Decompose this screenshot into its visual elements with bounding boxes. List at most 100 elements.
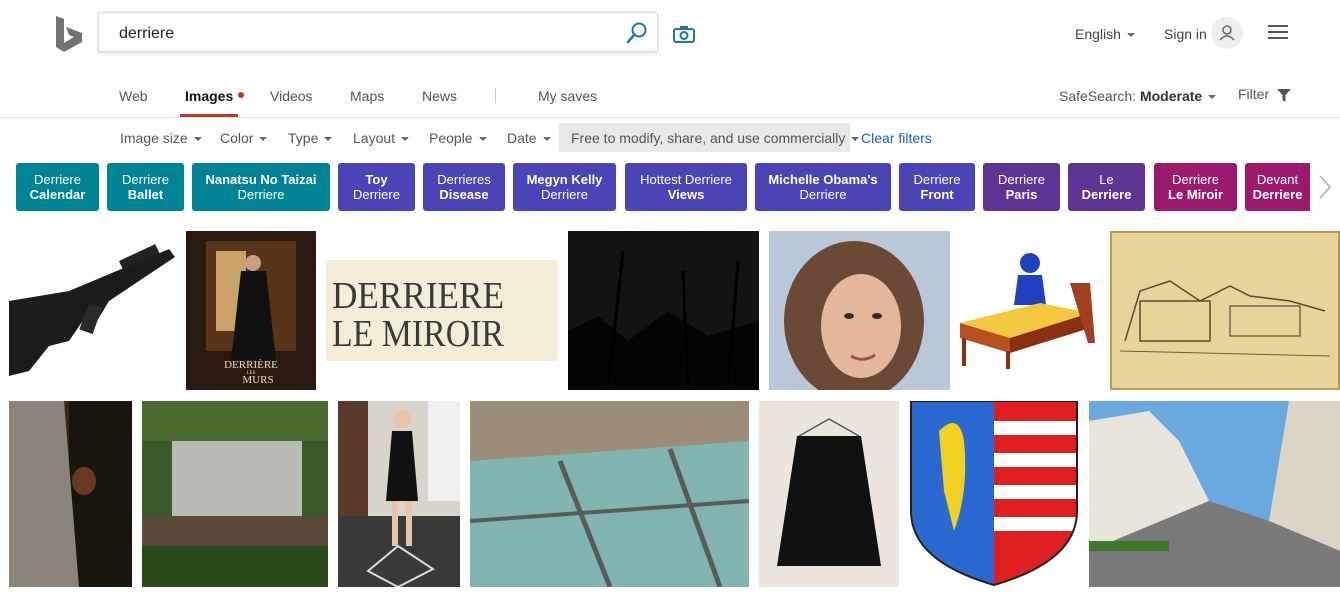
tab-images[interactable]: Images — [185, 88, 233, 104]
image-result-bed-clipart[interactable] — [960, 243, 1100, 378]
image-result-town-street[interactable] — [1089, 401, 1340, 587]
filter-date-label: Date — [507, 130, 537, 146]
license-filter[interactable]: Free to modify, share, and use commercia… — [571, 130, 860, 146]
stone-wall-glass-image — [470, 401, 749, 587]
tab-my-saves[interactable]: My saves — [538, 88, 597, 104]
tab-divider — [495, 88, 496, 103]
related-search-line2: Derriere — [1252, 187, 1303, 202]
image-result-derriere-le-miroir[interactable]: DERRIERE LE MIROIR — [326, 260, 558, 361]
related-search-chip[interactable]: Megyn Kelly Derriere — [513, 163, 616, 211]
related-search-line2: Ballet — [127, 187, 164, 202]
related-search-line2: Derriere — [353, 187, 400, 202]
related-search-chip[interactable]: Toy Derriere — [338, 163, 415, 211]
tab-maps[interactable]: Maps — [350, 88, 384, 104]
image-result-movie-poster[interactable]: DERRIÈRE LES MURS — [186, 231, 316, 390]
chevron-down-icon — [324, 137, 333, 142]
image-result-tree-trunk[interactable] — [9, 401, 132, 587]
image-result-rifle[interactable] — [9, 231, 177, 390]
filter-type-label: Type — [288, 130, 319, 146]
tab-news[interactable]: News — [422, 88, 457, 104]
image-result-coat-of-arms[interactable] — [909, 401, 1079, 587]
user-icon — [1219, 25, 1235, 41]
header-divider — [0, 117, 1340, 118]
image-result-woman-portrait[interactable] — [769, 231, 950, 390]
image-result-black-skirt[interactable] — [759, 401, 899, 587]
filter-people[interactable]: People — [429, 130, 487, 146]
related-search-line1: Megyn Kelly — [526, 172, 603, 187]
safesearch-selector[interactable]: SafeSearch: Moderate — [1059, 88, 1217, 104]
related-search-line2: Paris — [1005, 187, 1038, 202]
chevron-down-icon — [401, 137, 410, 142]
rifle-image — [9, 231, 177, 390]
safesearch-value: Moderate — [1139, 88, 1203, 104]
filter-image-size[interactable]: Image size — [120, 130, 202, 146]
chevron-down-icon — [478, 137, 487, 142]
language-selector[interactable]: English — [1075, 26, 1135, 42]
filter-date[interactable]: Date — [507, 130, 551, 146]
related-search-chip[interactable]: Derriere Le Miroir — [1154, 163, 1237, 211]
tab-web[interactable]: Web — [119, 88, 148, 104]
filter-layout-label: Layout — [353, 130, 396, 146]
poster-title-line1: DERRIÈRE — [224, 359, 278, 371]
filter-layout[interactable]: Layout — [353, 130, 410, 146]
filter-type[interactable]: Type — [288, 130, 333, 146]
related-search-chip[interactable]: Le Derriere — [1068, 163, 1145, 211]
chevron-down-icon — [1208, 95, 1217, 100]
related-search-chip[interactable]: Hottest Derriere Views — [625, 163, 747, 211]
license-filter-label: Free to modify, share, and use commercia… — [571, 130, 846, 146]
town-street-image — [1089, 401, 1340, 587]
bing-logo[interactable] — [52, 14, 86, 54]
avatar[interactable] — [1211, 17, 1243, 49]
related-search-line1: Derriere — [122, 172, 169, 187]
image-result-village-sketch[interactable] — [1110, 231, 1340, 390]
sign-in-link[interactable]: Sign in — [1164, 26, 1207, 42]
related-search-chip[interactable]: Derriere Front — [899, 163, 975, 211]
miroir-text-line1: DERRIERE — [332, 275, 504, 317]
related-search-line2: Calendar — [29, 187, 86, 202]
related-search-line2: Derriere — [1081, 187, 1132, 202]
related-search-line1: Devant — [1256, 172, 1299, 187]
hamburger-menu-icon[interactable] — [1268, 25, 1288, 39]
night-palms-image — [568, 231, 759, 390]
related-search-line2: Derriere — [237, 187, 285, 202]
filter-button[interactable]: Filter — [1238, 86, 1292, 102]
filter-label: Filter — [1238, 86, 1270, 102]
related-search-chip[interactable]: Derriere Ballet — [107, 163, 184, 211]
related-search-line2: Le Miroir — [1168, 187, 1223, 202]
related-search-line2: Front — [920, 187, 954, 202]
camera-icon[interactable] — [672, 24, 696, 44]
coat-of-arms-image — [909, 401, 1079, 587]
related-search-line2: Disease — [439, 187, 489, 202]
filter-color-label: Color — [220, 130, 254, 146]
related-search-chip[interactable]: Derriere Calendar — [16, 163, 99, 211]
clear-filters-link[interactable]: Clear filters — [861, 130, 932, 146]
related-search-line1: Derriere — [34, 172, 81, 187]
funnel-icon — [1277, 88, 1292, 102]
chevron-down-icon — [851, 137, 860, 142]
related-search-line1: Michelle Obama's — [768, 172, 878, 187]
related-search-chip[interactable]: Derrieres Disease — [423, 163, 505, 211]
search-box[interactable]: derriere — [98, 12, 658, 52]
search-input[interactable]: derriere — [119, 25, 174, 43]
related-search-chip[interactable]: Nanatsu No Taizai Derriere — [192, 163, 330, 211]
image-result-stone-wall-glass[interactable] — [470, 401, 749, 587]
woman-portrait-image — [769, 231, 950, 390]
related-search-chip[interactable]: Devant Derriere — [1245, 163, 1310, 211]
derriere-le-miroir-image: DERRIERE LE MIROIR — [326, 260, 558, 361]
filter-color[interactable]: Color — [220, 130, 268, 146]
related-search-line1: Hottest Derriere — [640, 172, 732, 187]
chevron-down-icon — [1126, 33, 1135, 38]
image-result-garden-bridge[interactable] — [142, 401, 328, 587]
search-icon[interactable] — [625, 21, 649, 45]
chevron-right-icon[interactable] — [1314, 172, 1334, 202]
chevron-down-icon — [259, 137, 268, 142]
image-result-ballet-girl[interactable] — [338, 401, 460, 587]
related-search-chip[interactable]: Derriere Paris — [983, 163, 1060, 211]
tab-indicator-dot — [238, 92, 244, 98]
related-search-line1: Derriere — [1172, 172, 1219, 187]
related-search-line2: Views — [667, 187, 705, 202]
related-search-chip[interactable]: Michelle Obama's Derriere — [755, 163, 891, 211]
tab-videos[interactable]: Videos — [270, 88, 313, 104]
image-result-night-palms[interactable] — [568, 231, 759, 390]
related-search-line1: Derriere — [998, 172, 1045, 187]
